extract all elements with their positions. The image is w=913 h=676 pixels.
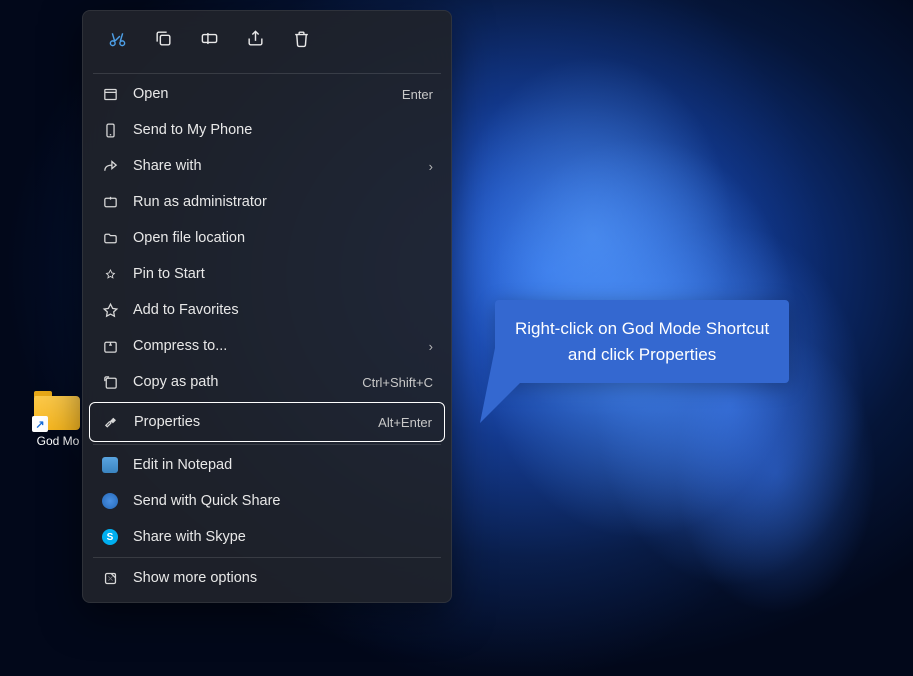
- delete-icon: [292, 29, 311, 53]
- menu-item-skype[interactable]: S Share with Skype: [89, 519, 445, 555]
- menu-item-compress[interactable]: Compress to... ›: [89, 328, 445, 364]
- menu-shortcut: Enter: [402, 87, 433, 102]
- pin-icon: [101, 265, 119, 283]
- desktop-shortcut-godmode[interactable]: ↗ God Mo: [30, 390, 86, 448]
- menu-label: Run as administrator: [133, 194, 433, 210]
- menu-item-quick-share[interactable]: Send with Quick Share: [89, 483, 445, 519]
- callout-line1: Right-click on God Mode Shortcut: [515, 316, 769, 342]
- quickshare-icon: [101, 492, 119, 510]
- menu-label: Compress to...: [133, 338, 415, 354]
- menu-item-open-location[interactable]: Open file location: [89, 220, 445, 256]
- menu-label: Copy as path: [133, 374, 348, 390]
- phone-icon: [101, 121, 119, 139]
- path-icon: [101, 373, 119, 391]
- chevron-right-icon: ›: [429, 339, 433, 354]
- menu-label: Share with Skype: [133, 529, 433, 545]
- share-button[interactable]: [235, 21, 275, 61]
- shield-icon: [101, 193, 119, 211]
- menu-label: Pin to Start: [133, 266, 433, 282]
- context-menu-toolbar: [89, 17, 445, 71]
- menu-label: Edit in Notepad: [133, 457, 433, 473]
- star-icon: [101, 301, 119, 319]
- menu-label: Send to My Phone: [133, 122, 433, 138]
- wrench-icon: [102, 413, 120, 431]
- menu-label: Send with Quick Share: [133, 493, 433, 509]
- menu-label: Open: [133, 86, 388, 102]
- menu-label: Open file location: [133, 230, 433, 246]
- delete-button[interactable]: [281, 21, 321, 61]
- folder-icon: ↗: [34, 390, 82, 430]
- chevron-right-icon: ›: [429, 159, 433, 174]
- menu-item-edit-notepad[interactable]: Edit in Notepad: [89, 447, 445, 483]
- skype-icon: S: [101, 528, 119, 546]
- open-icon: [101, 85, 119, 103]
- cut-button[interactable]: [97, 21, 137, 61]
- menu-label: Share with: [133, 158, 415, 174]
- menu-shortcut: Alt+Enter: [378, 415, 432, 430]
- cut-icon: [108, 29, 127, 53]
- shortcut-arrow-icon: ↗: [32, 416, 48, 432]
- notepad-icon: [101, 456, 119, 474]
- folder-open-icon: [101, 229, 119, 247]
- archive-icon: [101, 337, 119, 355]
- rename-icon: [200, 29, 219, 53]
- menu-label: Add to Favorites: [133, 302, 433, 318]
- copy-icon: [154, 29, 173, 53]
- menu-divider: [93, 557, 441, 558]
- menu-item-open[interactable]: Open Enter: [89, 76, 445, 112]
- menu-item-run-admin[interactable]: Run as administrator: [89, 184, 445, 220]
- menu-item-pin-start[interactable]: Pin to Start: [89, 256, 445, 292]
- menu-label: Show more options: [133, 570, 433, 586]
- share-arrow-icon: [101, 157, 119, 175]
- menu-item-add-favorites[interactable]: Add to Favorites: [89, 292, 445, 328]
- instruction-callout: Right-click on God Mode Shortcut and cli…: [495, 300, 789, 383]
- more-icon: [101, 569, 119, 587]
- menu-item-properties[interactable]: Properties Alt+Enter: [89, 402, 445, 442]
- context-menu: Open Enter Send to My Phone Share with ›…: [82, 10, 452, 603]
- menu-item-copy-path[interactable]: Copy as path Ctrl+Shift+C: [89, 364, 445, 400]
- menu-divider: [93, 73, 441, 74]
- menu-divider: [93, 444, 441, 445]
- menu-label: Properties: [134, 414, 364, 430]
- rename-button[interactable]: [189, 21, 229, 61]
- menu-shortcut: Ctrl+Shift+C: [362, 375, 433, 390]
- menu-item-more-options[interactable]: Show more options: [89, 560, 445, 596]
- share-icon: [246, 29, 265, 53]
- menu-item-send-phone[interactable]: Send to My Phone: [89, 112, 445, 148]
- callout-line2: and click Properties: [515, 342, 769, 368]
- desktop-icon-label: God Mo: [30, 434, 86, 448]
- copy-button[interactable]: [143, 21, 183, 61]
- menu-item-share-with[interactable]: Share with ›: [89, 148, 445, 184]
